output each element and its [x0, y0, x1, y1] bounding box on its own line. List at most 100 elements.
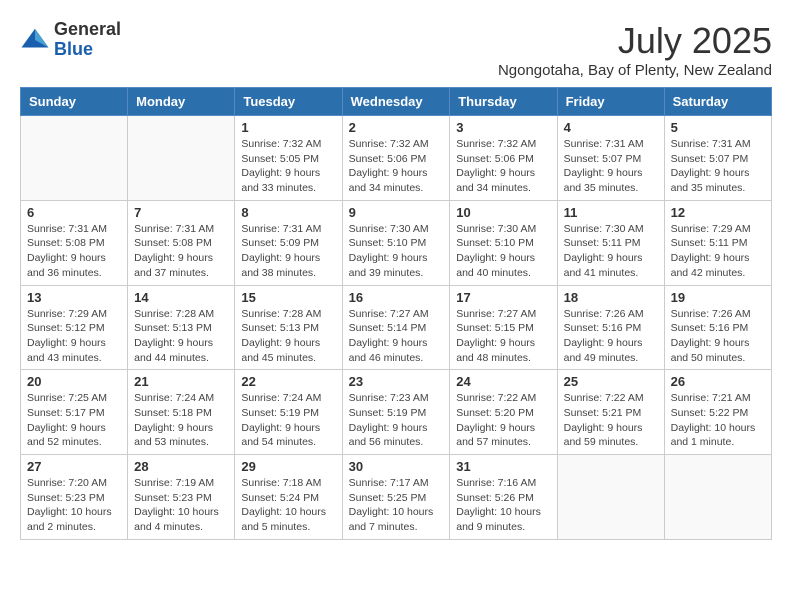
day-info: Sunrise: 7:25 AMSunset: 5:17 PMDaylight:…	[27, 391, 121, 450]
day-number: 21	[134, 374, 228, 389]
calendar-cell: 29 Sunrise: 7:18 AMSunset: 5:24 PMDayligh…	[235, 455, 342, 540]
logo-general: General	[54, 20, 121, 40]
calendar-table: SundayMondayTuesdayWednesdayThursdayFrid…	[20, 87, 772, 540]
weekday-header-saturday: Saturday	[664, 88, 771, 116]
calendar-cell: 30Sunrise: 7:17 AMSunset: 5:25 PMDayligh…	[342, 455, 450, 540]
weekday-header-wednesday: Wednesday	[342, 88, 450, 116]
day-info: Sunrise: 7:31 AMSunset: 5:07 PMDaylight:…	[564, 137, 658, 196]
calendar-cell: 20 Sunrise: 7:25 AMSunset: 5:17 PMDayligh…	[21, 370, 128, 455]
title-section: July 2025 Ngongotaha, Bay of Plenty, New…	[498, 20, 772, 79]
logo-blue: Blue	[54, 40, 121, 60]
day-info: Sunrise: 7:20 AMSunset: 5:23 PMDaylight:…	[27, 476, 121, 535]
day-info: Sunrise: 7:21 AMSunset: 5:22 PMDaylight:…	[671, 391, 765, 450]
day-number: 4	[564, 120, 658, 135]
day-number: 3	[456, 120, 550, 135]
calendar-cell: 18 Sunrise: 7:26 AMSunset: 5:16 PMDayligh…	[557, 285, 664, 370]
logo-text: General Blue	[54, 20, 121, 60]
calendar-cell: 2 Sunrise: 7:32 AMSunset: 5:06 PMDaylight…	[342, 116, 450, 201]
day-number: 15	[241, 290, 335, 305]
day-info: Sunrise: 7:28 AMSunset: 5:13 PMDaylight:…	[241, 307, 335, 366]
day-number: 24	[456, 374, 550, 389]
calendar-cell: 25 Sunrise: 7:22 AMSunset: 5:21 PMDayligh…	[557, 370, 664, 455]
day-info: Sunrise: 7:29 AMSunset: 5:11 PMDaylight:…	[671, 222, 765, 281]
day-number: 14	[134, 290, 228, 305]
calendar-cell: 23 Sunrise: 7:23 AMSunset: 5:19 PMDayligh…	[342, 370, 450, 455]
calendar-cell: 13Sunrise: 7:29 AMSunset: 5:12 PMDayligh…	[21, 285, 128, 370]
calendar-cell: 7Sunrise: 7:31 AMSunset: 5:08 PMDaylight…	[128, 200, 235, 285]
day-number: 7	[134, 205, 228, 220]
calendar-cell: 28 Sunrise: 7:19 AMSunset: 5:23 PMDayligh…	[128, 455, 235, 540]
day-number: 31	[456, 459, 550, 474]
day-info: Sunrise: 7:19 AMSunset: 5:23 PMDaylight:…	[134, 476, 228, 535]
weekday-header-row: SundayMondayTuesdayWednesdayThursdayFrid…	[21, 88, 772, 116]
calendar-cell: 31 Sunrise: 7:16 AMSunset: 5:26 PMDayligh…	[450, 455, 557, 540]
day-number: 29	[241, 459, 335, 474]
day-info: Sunrise: 7:31 AMSunset: 5:07 PMDaylight:…	[671, 137, 765, 196]
calendar-cell: 17 Sunrise: 7:27 AMSunset: 5:15 PMDayligh…	[450, 285, 557, 370]
day-number: 2	[349, 120, 444, 135]
calendar-cell: 19Sunrise: 7:26 AMSunset: 5:16 PMDayligh…	[664, 285, 771, 370]
calendar-cell: 14Sunrise: 7:28 AMSunset: 5:13 PMDayligh…	[128, 285, 235, 370]
day-number: 10	[456, 205, 550, 220]
day-number: 16	[349, 290, 444, 305]
day-info: Sunrise: 7:30 AMSunset: 5:10 PMDaylight:…	[349, 222, 444, 281]
calendar-cell	[128, 116, 235, 201]
logo-icon	[20, 25, 50, 55]
day-info: Sunrise: 7:23 AMSunset: 5:19 PMDaylight:…	[349, 391, 444, 450]
day-number: 6	[27, 205, 121, 220]
calendar-cell: 8 Sunrise: 7:31 AMSunset: 5:09 PMDaylight…	[235, 200, 342, 285]
day-number: 26	[671, 374, 765, 389]
day-info: Sunrise: 7:24 AMSunset: 5:18 PMDaylight:…	[134, 391, 228, 450]
calendar-cell: 1 Sunrise: 7:32 AMSunset: 5:05 PMDaylight…	[235, 116, 342, 201]
day-info: Sunrise: 7:32 AMSunset: 5:06 PMDaylight:…	[456, 137, 550, 196]
day-number: 17	[456, 290, 550, 305]
calendar-cell: 11 Sunrise: 7:30 AMSunset: 5:11 PMDayligh…	[557, 200, 664, 285]
day-number: 8	[241, 205, 335, 220]
day-info: Sunrise: 7:27 AMSunset: 5:14 PMDaylight:…	[349, 307, 444, 366]
weekday-header-friday: Friday	[557, 88, 664, 116]
calendar-cell: 5Sunrise: 7:31 AMSunset: 5:07 PMDaylight…	[664, 116, 771, 201]
weekday-header-thursday: Thursday	[450, 88, 557, 116]
weekday-header-sunday: Sunday	[21, 88, 128, 116]
day-info: Sunrise: 7:31 AMSunset: 5:08 PMDaylight:…	[27, 222, 121, 281]
day-number: 25	[564, 374, 658, 389]
day-number: 9	[349, 205, 444, 220]
calendar-cell: 26 Sunrise: 7:21 AMSunset: 5:22 PMDayligh…	[664, 370, 771, 455]
calendar-cell	[557, 455, 664, 540]
calendar-week-row: 6 Sunrise: 7:31 AMSunset: 5:08 PMDaylight…	[21, 200, 772, 285]
day-info: Sunrise: 7:32 AMSunset: 5:06 PMDaylight:…	[349, 137, 444, 196]
day-number: 12	[671, 205, 765, 220]
day-info: Sunrise: 7:26 AMSunset: 5:16 PMDaylight:…	[671, 307, 765, 366]
location: Ngongotaha, Bay of Plenty, New Zealand	[498, 62, 772, 79]
day-info: Sunrise: 7:18 AMSunset: 5:24 PMDaylight:…	[241, 476, 335, 535]
calendar-cell	[664, 455, 771, 540]
calendar-week-row: 13Sunrise: 7:29 AMSunset: 5:12 PMDayligh…	[21, 285, 772, 370]
weekday-header-monday: Monday	[128, 88, 235, 116]
month-year: July 2025	[498, 20, 772, 62]
day-info: Sunrise: 7:27 AMSunset: 5:15 PMDaylight:…	[456, 307, 550, 366]
day-number: 18	[564, 290, 658, 305]
day-number: 30	[349, 459, 444, 474]
calendar-cell: 27Sunrise: 7:20 AMSunset: 5:23 PMDayligh…	[21, 455, 128, 540]
day-number: 20	[27, 374, 121, 389]
day-info: Sunrise: 7:31 AMSunset: 5:09 PMDaylight:…	[241, 222, 335, 281]
day-info: Sunrise: 7:32 AMSunset: 5:05 PMDaylight:…	[241, 137, 335, 196]
calendar-cell: 24 Sunrise: 7:22 AMSunset: 5:20 PMDayligh…	[450, 370, 557, 455]
day-number: 1	[241, 120, 335, 135]
page-header: General Blue July 2025 Ngongotaha, Bay o…	[20, 20, 772, 79]
day-info: Sunrise: 7:24 AMSunset: 5:19 PMDaylight:…	[241, 391, 335, 450]
day-number: 28	[134, 459, 228, 474]
calendar-cell: 12 Sunrise: 7:29 AMSunset: 5:11 PMDayligh…	[664, 200, 771, 285]
weekday-header-tuesday: Tuesday	[235, 88, 342, 116]
day-number: 11	[564, 205, 658, 220]
calendar-cell: 6 Sunrise: 7:31 AMSunset: 5:08 PMDaylight…	[21, 200, 128, 285]
day-info: Sunrise: 7:22 AMSunset: 5:21 PMDaylight:…	[564, 391, 658, 450]
day-info: Sunrise: 7:30 AMSunset: 5:11 PMDaylight:…	[564, 222, 658, 281]
day-info: Sunrise: 7:22 AMSunset: 5:20 PMDaylight:…	[456, 391, 550, 450]
day-number: 22	[241, 374, 335, 389]
calendar-week-row: 20 Sunrise: 7:25 AMSunset: 5:17 PMDayligh…	[21, 370, 772, 455]
day-info: Sunrise: 7:16 AMSunset: 5:26 PMDaylight:…	[456, 476, 550, 535]
calendar-week-row: 27Sunrise: 7:20 AMSunset: 5:23 PMDayligh…	[21, 455, 772, 540]
day-info: Sunrise: 7:26 AMSunset: 5:16 PMDaylight:…	[564, 307, 658, 366]
day-number: 23	[349, 374, 444, 389]
